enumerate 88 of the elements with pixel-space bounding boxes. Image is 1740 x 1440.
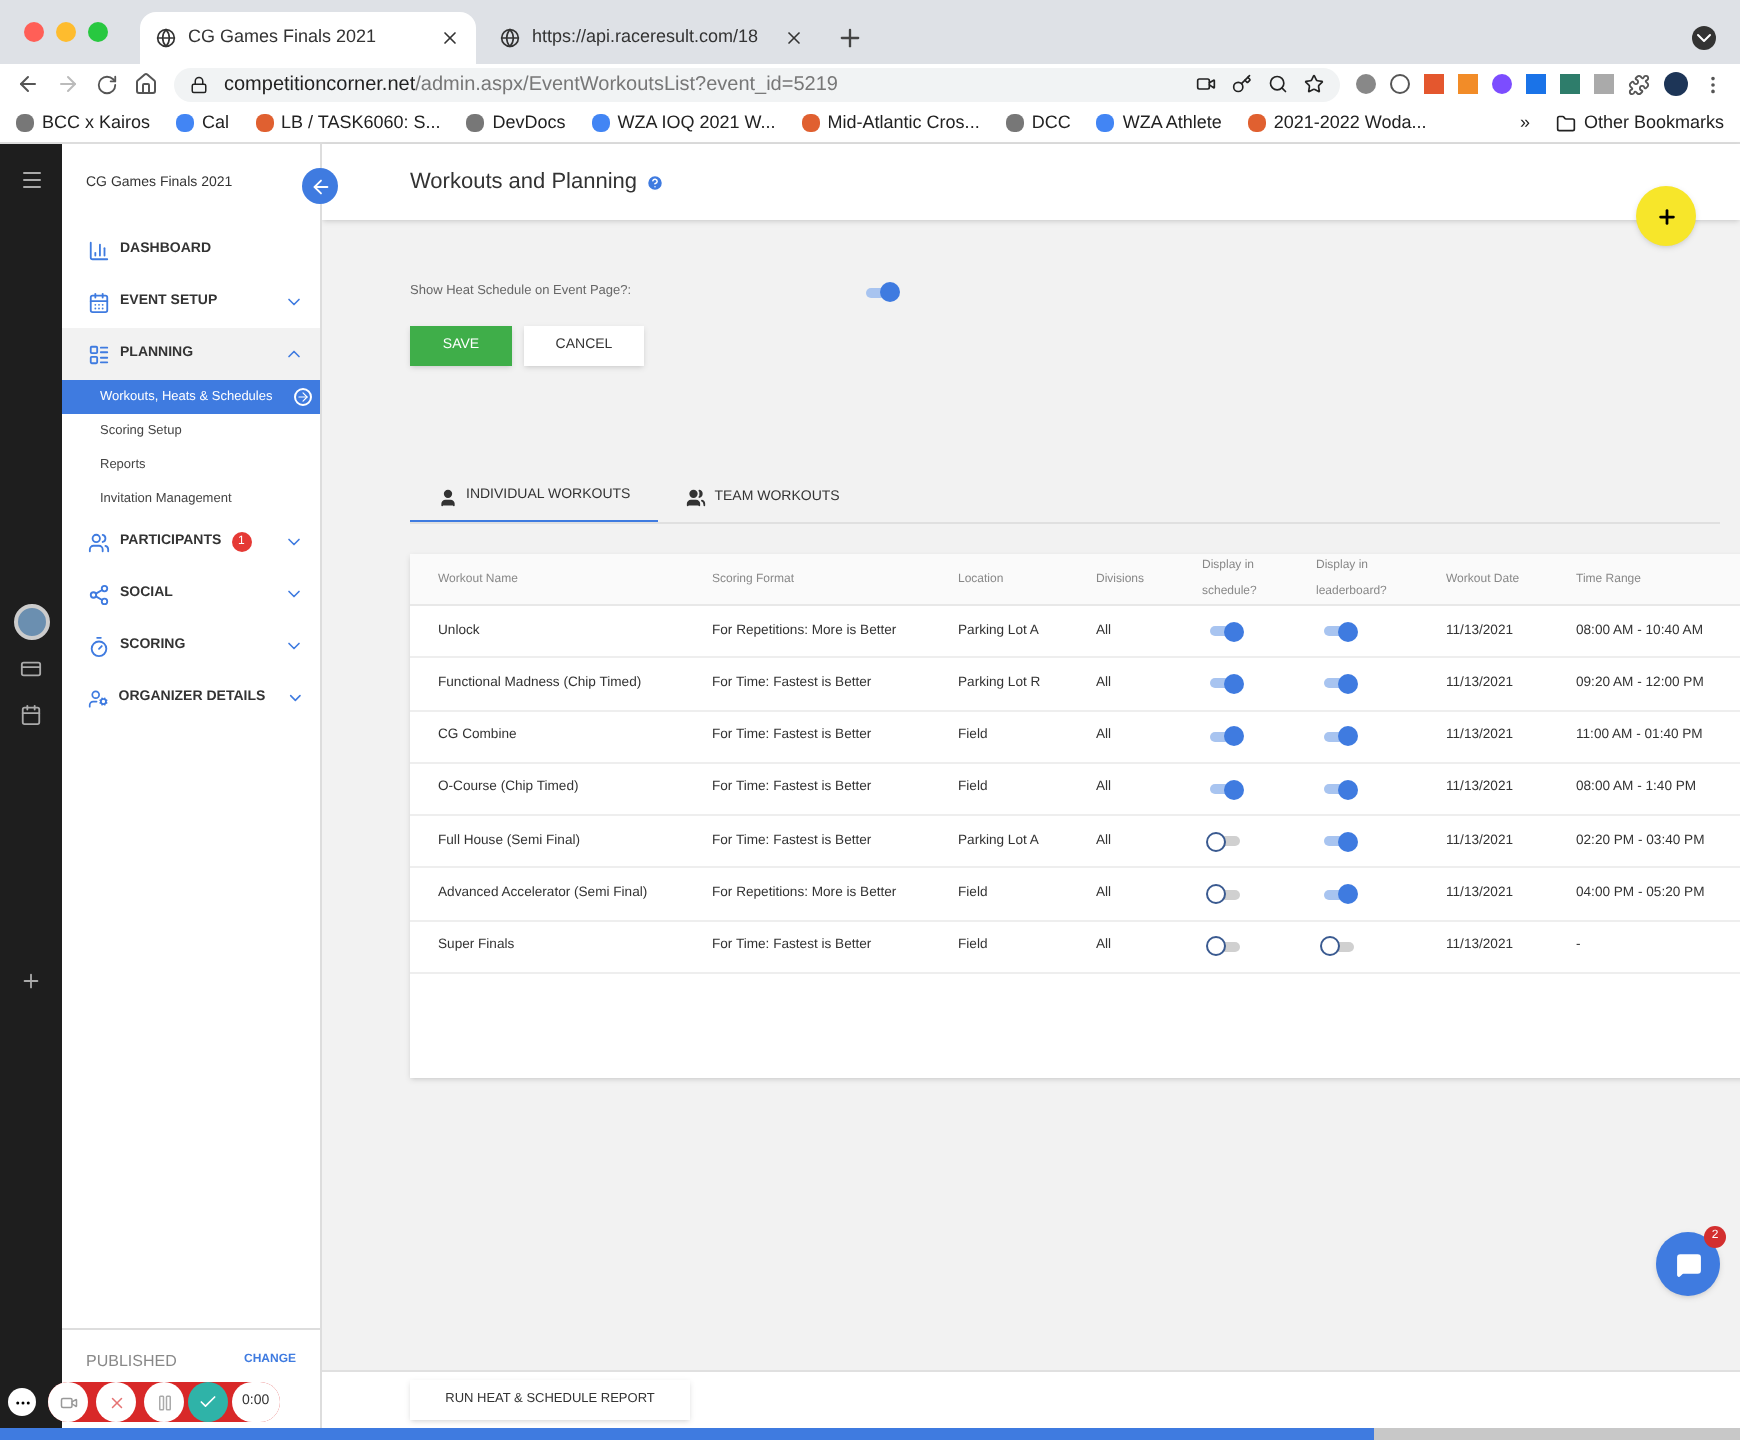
bookmark-icon	[1247, 114, 1266, 132]
close-tab-icon[interactable]	[440, 28, 460, 48]
arrow-left-icon	[309, 175, 331, 197]
toggle-switch[interactable]	[1324, 884, 1354, 905]
plus-icon	[1655, 205, 1677, 227]
bookmark-icon	[176, 114, 195, 132]
pause-button[interactable]	[144, 1382, 184, 1422]
people-icon	[686, 488, 707, 508]
nav-icon	[88, 531, 110, 553]
toggle-switch[interactable]	[1324, 779, 1354, 800]
bookmark-icon	[16, 114, 34, 132]
address-field[interactable]: competitioncorner.net/admin.aspx/EventWorkoutsList?event_id=5219	[174, 67, 1340, 101]
calendar-icon[interactable]	[20, 704, 42, 726]
lock-icon	[190, 75, 208, 93]
status-label: PUBLISHED	[86, 1349, 177, 1373]
back-icon[interactable]	[16, 72, 40, 96]
toggle-switch[interactable]	[1210, 936, 1240, 957]
bookmark-item[interactable]: LB / TASK6060: S...	[255, 109, 441, 137]
pause-icon	[155, 1393, 173, 1411]
folder-icon	[1555, 113, 1576, 133]
key-icon[interactable]	[1232, 74, 1252, 94]
help-icon[interactable]	[645, 173, 664, 191]
toggle-switch[interactable]	[1324, 831, 1354, 852]
nav-icon	[88, 291, 110, 313]
toggle-switch[interactable]	[1210, 779, 1240, 800]
add-icon[interactable]	[20, 970, 42, 992]
bookmark-icon	[591, 114, 610, 132]
toggle-switch[interactable]	[1210, 884, 1240, 905]
new-tab-icon[interactable]	[836, 24, 864, 52]
extensions-icon[interactable]	[1628, 73, 1650, 95]
bookmark-item[interactable]: Cal	[176, 109, 230, 137]
finish-button[interactable]	[188, 1382, 228, 1422]
toggle-switch[interactable]	[1210, 673, 1240, 694]
nav-icon	[88, 239, 110, 261]
collapse-sidebar-button[interactable]	[302, 168, 338, 204]
toggle-switch[interactable]	[1210, 621, 1240, 642]
home-icon[interactable]	[134, 72, 158, 96]
other-bookmarks[interactable]: Other Bookmarks	[1555, 109, 1724, 137]
toggle-switch[interactable]	[866, 282, 896, 302]
close-tab-icon[interactable]	[784, 28, 804, 48]
bookmark-icon	[1096, 114, 1115, 132]
browser-tab[interactable]: https://api.raceresult.com/18	[484, 12, 820, 64]
nav-icon	[88, 583, 110, 605]
add-button[interactable]	[1636, 186, 1696, 246]
bookmark-icon	[466, 114, 485, 132]
card-icon[interactable]	[20, 658, 42, 680]
site-icon	[500, 28, 520, 48]
camera-button[interactable]	[48, 1382, 88, 1422]
bookmark-icon	[255, 114, 274, 132]
bookmark-item[interactable]: BCC x Kairos	[16, 109, 151, 137]
toggle-switch[interactable]	[1324, 726, 1354, 747]
bookmark-icon	[801, 114, 820, 132]
menu-icon[interactable]	[19, 168, 43, 192]
tab-title: https://api.raceresult.com/18	[532, 24, 761, 51]
bookmark-star-icon[interactable]	[1304, 74, 1324, 94]
camera-icon	[59, 1393, 77, 1411]
bookmark-item[interactable]: DevDocs	[466, 109, 566, 137]
tab-title: CG Games Finals 2021	[188, 24, 379, 51]
bookmark-icon	[1005, 114, 1024, 132]
toggle-switch[interactable]	[1324, 673, 1354, 694]
check-icon	[198, 1392, 218, 1412]
toggle-switch[interactable]	[1324, 936, 1354, 957]
person-icon	[438, 487, 458, 507]
bookmark-item[interactable]: WZA IOQ 2021 W...	[591, 109, 776, 137]
nav-icon	[88, 635, 110, 657]
toggle-switch[interactable]	[1324, 621, 1354, 642]
url-text: competitioncorner.net/admin.aspx/EventWorkoutsList?event_id=5219	[224, 71, 840, 99]
camera-icon[interactable]	[1196, 74, 1216, 94]
bookmark-item[interactable]: WZA Athlete	[1096, 109, 1222, 137]
bookmark-item[interactable]: 2021-2022 Woda...	[1247, 109, 1427, 137]
tab-search-icon[interactable]	[1692, 26, 1716, 50]
page-title: Workouts and Planning	[410, 167, 638, 198]
close-icon	[107, 1393, 125, 1411]
browser-tab[interactable]: CG Games Finals 2021	[140, 12, 476, 64]
zoom-icon[interactable]	[1268, 74, 1288, 94]
discard-button[interactable]	[96, 1382, 136, 1422]
bookmarks-overflow[interactable]: »	[1519, 109, 1530, 137]
user-avatar[interactable]	[13, 604, 49, 640]
chat-icon	[1675, 1251, 1701, 1277]
bookmark-item[interactable]: Mid-Atlantic Cros...	[801, 109, 980, 137]
toggle-switch[interactable]	[1210, 726, 1240, 747]
profile-avatar[interactable]	[1664, 72, 1688, 96]
nav-icon	[88, 687, 109, 709]
nav-icon	[88, 343, 110, 365]
reload-icon[interactable]	[96, 73, 118, 95]
site-icon	[156, 28, 176, 48]
bookmark-item[interactable]: DCC	[1005, 109, 1071, 137]
toggle-switch[interactable]	[1210, 831, 1240, 852]
